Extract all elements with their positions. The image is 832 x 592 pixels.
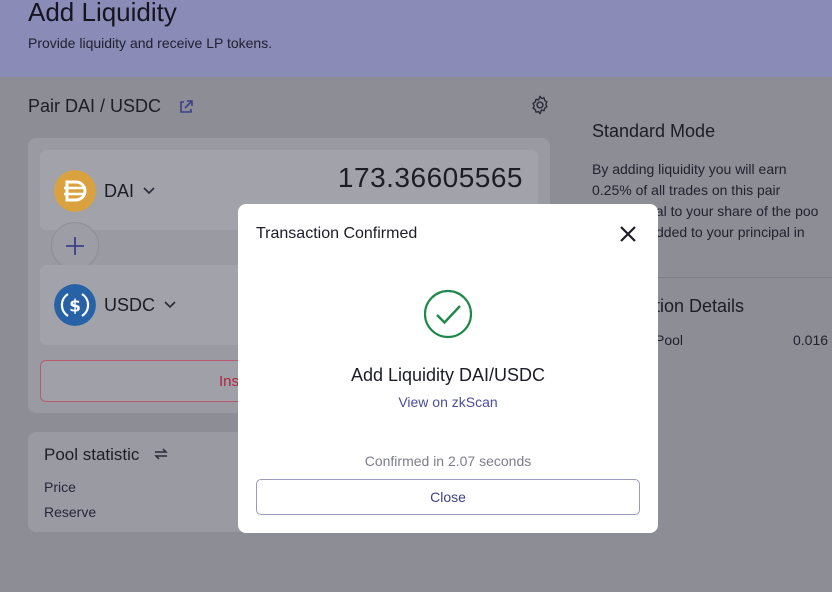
amount-input-dai[interactable]: 173.36605565 [338, 162, 523, 194]
insufficient-balance-label: Ins [219, 373, 240, 390]
plus-divider [51, 222, 99, 270]
mode-description-line: dded to your principal in [656, 224, 805, 240]
detail-label-pool: Pool [655, 332, 684, 348]
transaction-details-title: ction Details [646, 296, 745, 316]
swap-arrows-icon[interactable] [153, 446, 169, 462]
modal-title: Transaction Confirmed [256, 225, 418, 242]
svg-text:$: $ [69, 297, 81, 317]
view-on-zkscan-link[interactable]: View on zkScan [238, 394, 658, 410]
token-select-usdc[interactable]: USDC [104, 295, 155, 316]
chevron-down-icon[interactable] [164, 301, 176, 309]
check-circle-icon [423, 289, 473, 339]
external-link-icon[interactable] [178, 99, 194, 115]
token-select-dai[interactable]: DAI [104, 181, 134, 202]
pair-title: Pair DAI / USDC [28, 96, 162, 116]
plus-icon [66, 237, 84, 255]
usdc-icon: $ [54, 284, 96, 326]
pool-statistic-title: Pool statistic [44, 445, 140, 464]
confirmation-time-text: Confirmed in 2.07 seconds [364, 453, 532, 469]
mode-description-line: By adding liquidity you will earn [592, 161, 787, 177]
mode-title: Standard Mode [592, 121, 716, 141]
page-title: Add Liquidity [28, 0, 177, 27]
page-header: Add Liquidity Provide liquidity and rece… [0, 0, 832, 77]
mode-description-line: 0.25% of all trades on this pair [592, 182, 781, 198]
page-subtitle: Provide liquidity and receive LP tokens. [28, 35, 273, 51]
mode-description-line: nal to your share of the poo [648, 203, 819, 219]
pool-reserve-label: Reserve [44, 504, 97, 520]
gear-icon[interactable] [529, 94, 551, 116]
close-button[interactable]: Close [256, 479, 640, 515]
close-icon[interactable] [618, 224, 638, 244]
transaction-confirmed-modal: Transaction Confirmed Add Liquidity DAI/… [238, 204, 658, 533]
pool-price-label: Price [44, 479, 76, 495]
detail-value-pool: 0.016 [793, 332, 829, 348]
modal-transaction-summary: Add Liquidity DAI/USDC [350, 365, 546, 385]
dai-icon [54, 170, 96, 212]
chevron-down-icon[interactable] [143, 187, 155, 195]
